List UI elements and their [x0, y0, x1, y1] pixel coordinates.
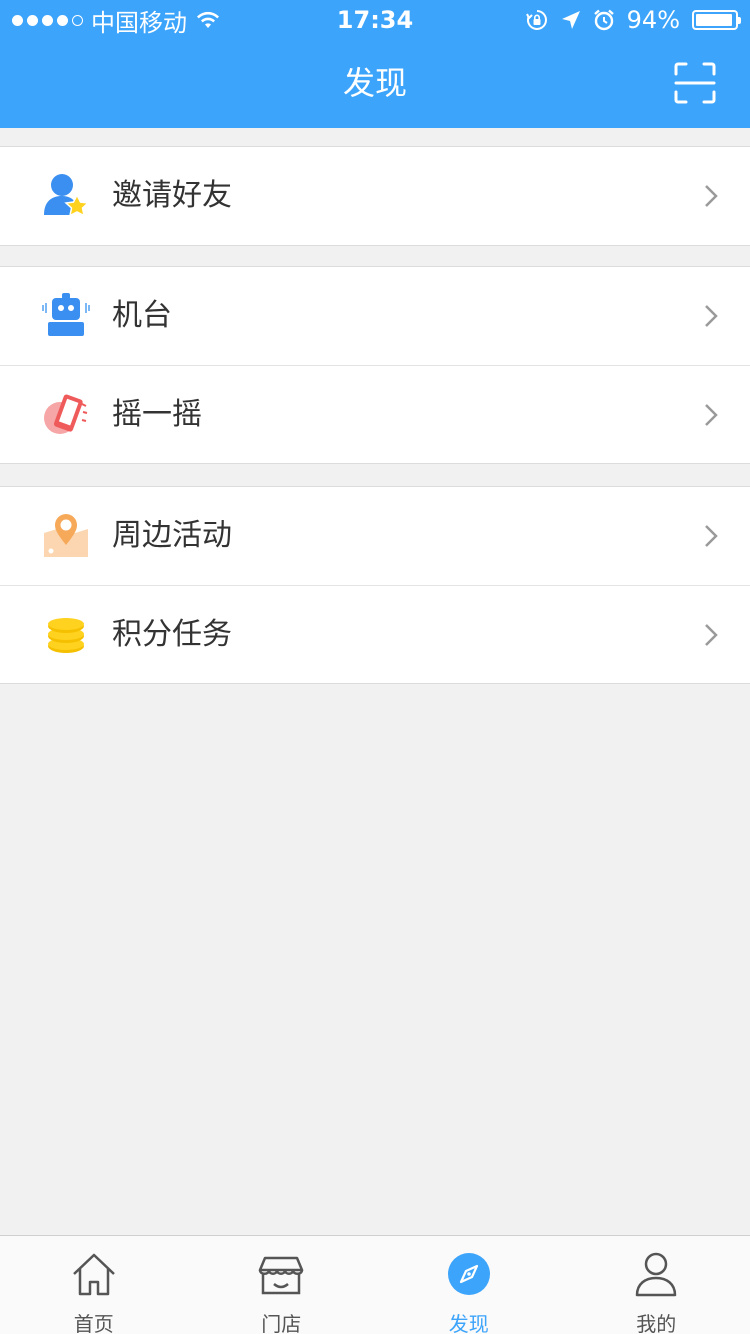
tab-label: 首页 — [73, 1312, 114, 1334]
status-bar: 中国移动 17:34 94% — [0, 0, 750, 40]
menu-item-invite-friends[interactable]: 邀请好友 — [0, 147, 750, 245]
page-title: 发现 — [342, 64, 407, 102]
tab-label: 我的 — [636, 1312, 677, 1334]
chevron-right-icon — [705, 525, 718, 547]
menu-item-label: 摇一摇 — [112, 397, 202, 432]
menu-item-shake[interactable]: 摇一摇 — [0, 365, 750, 463]
menu-item-label: 周边活动 — [112, 518, 232, 553]
chevron-right-icon — [705, 624, 718, 646]
compass-icon — [447, 1253, 490, 1295]
header: 中国移动 17:34 94% 发现 — [0, 0, 750, 128]
tab-home[interactable]: 首页 — [0, 1236, 188, 1334]
store-icon — [259, 1256, 304, 1295]
menu-item-label: 邀请好友 — [112, 178, 232, 213]
tab-label: 发现 — [448, 1312, 489, 1334]
robot-machine-icon — [42, 293, 90, 336]
status-right: 94% — [525, 0, 741, 40]
tab-discover[interactable]: 发现 — [375, 1236, 563, 1334]
menu-item-label: 积分任务 — [112, 617, 232, 652]
scan-icon[interactable] — [674, 62, 716, 104]
map-pin-icon — [44, 514, 88, 557]
menu-group-machine: 机台 摇一摇 — [0, 266, 750, 464]
tab-label: 门店 — [261, 1312, 302, 1334]
alarm-icon — [593, 9, 614, 31]
menu-group-activities: 周边活动 积分任务 — [0, 486, 750, 684]
location-arrow-icon — [561, 11, 580, 29]
chevron-right-icon — [705, 404, 718, 426]
invite-friend-icon — [44, 174, 90, 217]
chevron-right-icon — [705, 185, 718, 207]
battery-icon — [692, 10, 741, 30]
battery-level — [696, 14, 732, 26]
battery-percent: 94% — [626, 6, 680, 34]
menu-item-points-tasks[interactable]: 积分任务 — [0, 585, 750, 683]
home-icon — [72, 1253, 115, 1296]
tab-bar: 首页 门店 发现 我的 — [0, 1235, 750, 1334]
menu-item-nearby-activities[interactable]: 周边活动 — [0, 487, 750, 585]
tab-store[interactable]: 门店 — [188, 1236, 376, 1334]
rotation-lock-icon — [525, 10, 547, 30]
tab-mine[interactable]: 我的 — [563, 1236, 750, 1334]
coins-icon — [48, 618, 84, 653]
menu-group-invite: 邀请好友 — [0, 146, 750, 246]
chevron-right-icon — [705, 305, 718, 327]
menu-item-label: 机台 — [112, 298, 172, 333]
user-icon — [636, 1252, 677, 1297]
shake-phone-icon — [44, 394, 88, 434]
menu-item-machine[interactable]: 机台 — [0, 267, 750, 365]
